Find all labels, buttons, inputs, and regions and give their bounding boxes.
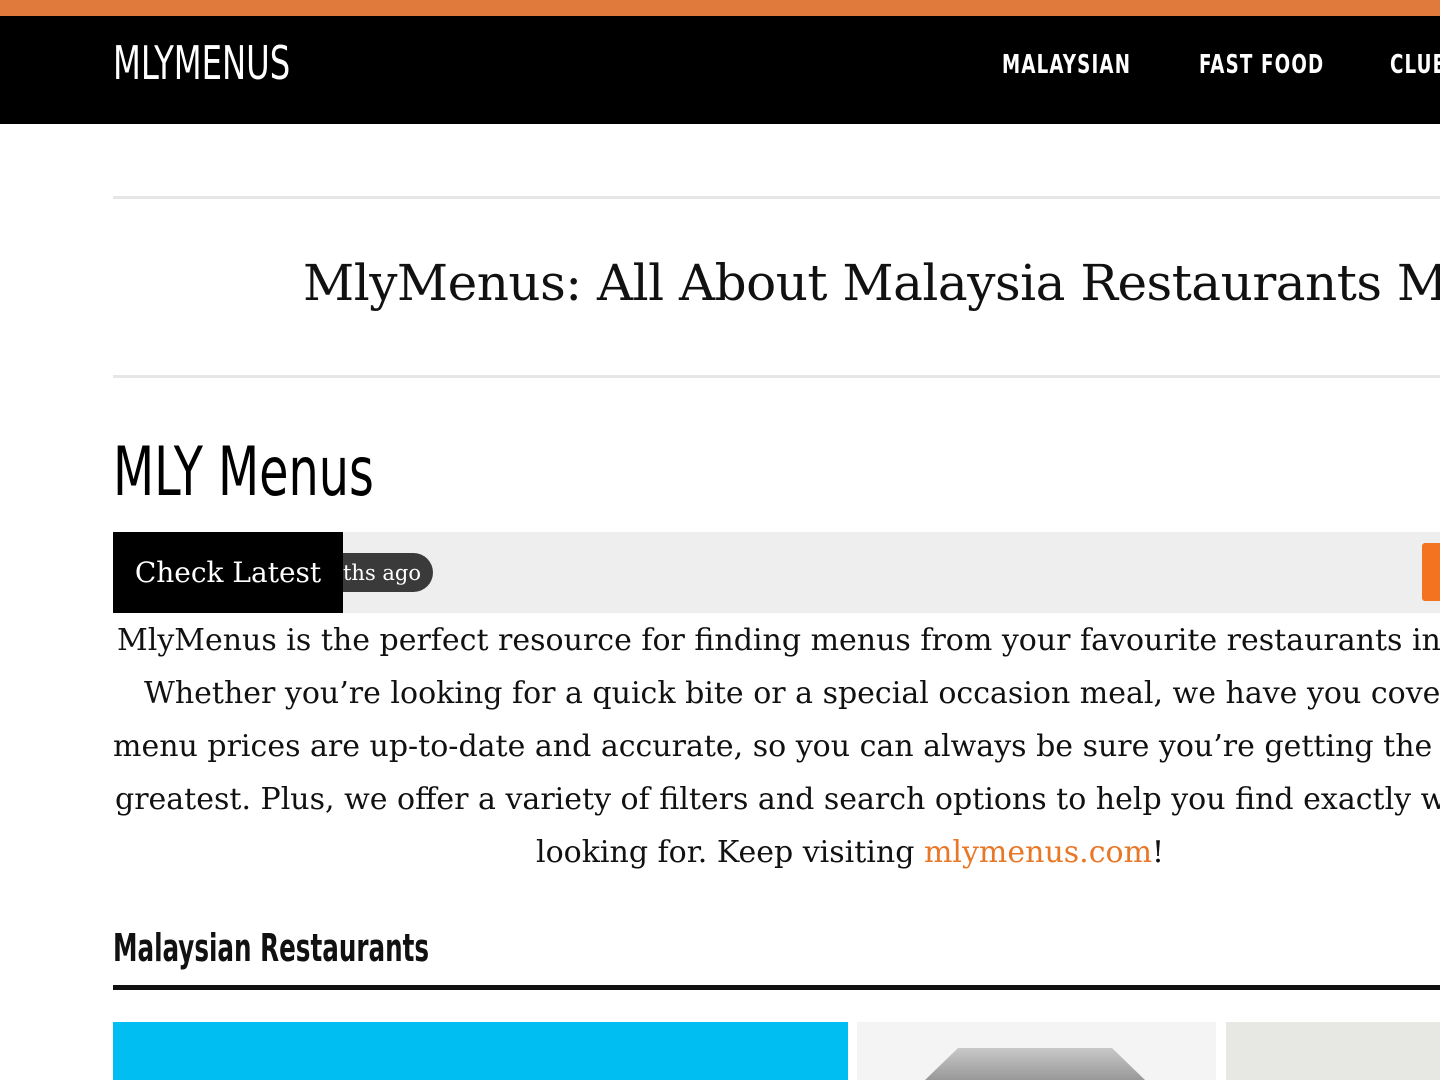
divider: [113, 196, 1440, 199]
category-heading: Malaysian Restaurants: [113, 926, 430, 970]
intro-text: !: [1152, 835, 1165, 870]
top-navbar: MLYMENUS MALAYSIAN FAST FOOD CLUE: [0, 16, 1440, 124]
page-title: MLY Menus: [113, 433, 374, 512]
divider: [113, 375, 1440, 378]
restaurant-card[interactable]: [857, 1022, 1216, 1080]
top-accent-bar: [0, 0, 1440, 16]
intro-text: looking for. Keep visiting: [536, 835, 924, 870]
nav-item-fast-food[interactable]: FAST FOOD: [1199, 50, 1324, 81]
intro-line: looking for. Keep visiting mlymenus.com!: [536, 826, 1164, 879]
site-link[interactable]: mlymenus.com: [924, 835, 1152, 870]
nav-item-malaysian[interactable]: MALAYSIAN: [1002, 50, 1131, 81]
intro-line: MlyMenus is the perfect resource for fin…: [117, 623, 1440, 658]
restaurant-card[interactable]: [113, 1022, 848, 1080]
intro-line: menu prices are up-to-date and accurate,…: [113, 729, 1440, 764]
ticker-next-button[interactable]: [1422, 543, 1440, 601]
ticker-label: Check Latest: [113, 532, 343, 613]
site-tagline: MlyMenus: All About Malaysia Restaurants…: [303, 254, 1440, 312]
category-divider: [113, 985, 1440, 990]
nav-item-club[interactable]: CLUE: [1390, 50, 1440, 81]
site-logo[interactable]: MLYMENUS: [113, 38, 290, 89]
intro-line: greatest. Plus, we offer a variety of fi…: [115, 782, 1440, 817]
restaurant-card[interactable]: [1226, 1022, 1440, 1080]
intro-line: Whether you’re looking for a quick bite …: [144, 676, 1440, 711]
card-image: [925, 1048, 1145, 1080]
